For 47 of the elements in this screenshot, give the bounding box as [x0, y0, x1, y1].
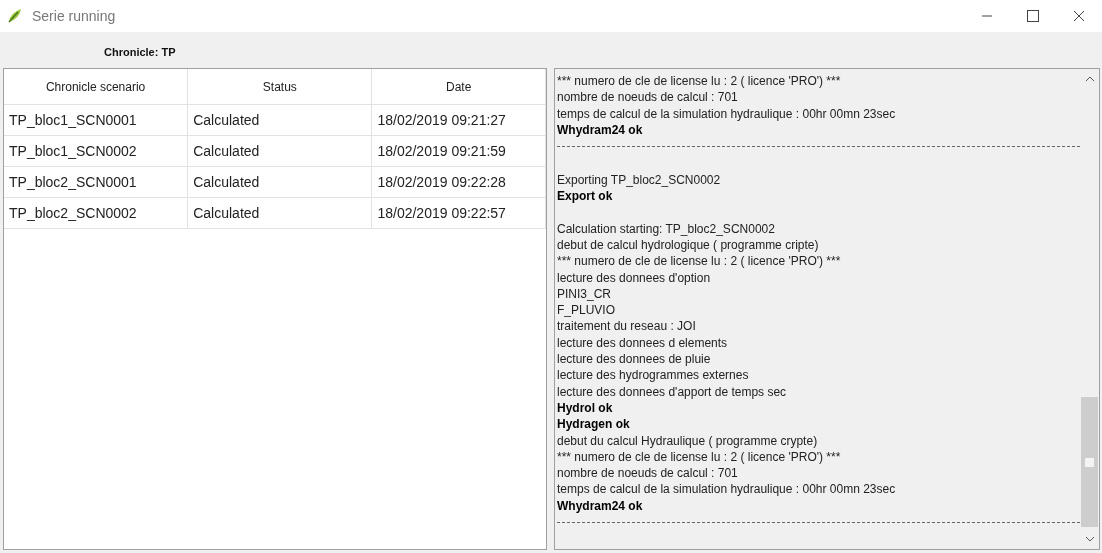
log-line: *** numero de cle de license lu : 2 ( licence 'PRO') *** [557, 73, 842, 90]
log-line: Hydrol ok [557, 399, 614, 417]
log-line: traitement du reseau : JOI [557, 318, 697, 335]
column-header: Chronicle scenario [4, 69, 188, 105]
log-line: nombre de noeuds de calcul : 701 [557, 465, 739, 482]
window-title: Serie running [32, 8, 116, 24]
scroll-thumb[interactable] [1081, 397, 1098, 527]
app-logo-icon [6, 7, 24, 25]
log-line: Hydragen ok [557, 416, 631, 433]
log-line: lecture des hydrogrammes externes [557, 367, 750, 384]
close-icon [1073, 10, 1085, 22]
table-cell: TP_bloc2_SCN0002 [4, 197, 188, 229]
log-line: *** numero de cle de license lu : 2 ( licence 'PRO') *** [557, 253, 842, 270]
log-line: Export ok [557, 188, 614, 205]
table-cell: TP_bloc1_SCN0001 [4, 104, 188, 136]
column-header: Status [187, 69, 372, 105]
table-cell: 18/02/2019 09:22:57 [371, 197, 546, 229]
log-line: F_PLUVIO [557, 302, 617, 319]
log-line: Exporting TP_bloc2_SCN0002 [557, 171, 722, 189]
log-line: nombre de noeuds de calcul : 701 [557, 89, 739, 106]
log-line: lecture des donnees de pluie [557, 351, 712, 368]
table-cell: Calculated [187, 104, 372, 136]
log-line: lecture des donnees d'apport de temps sec [557, 383, 788, 400]
table-cell: 18/02/2019 09:22:28 [371, 166, 546, 198]
log-line: lecture des donnees d elements [557, 334, 729, 352]
table-cell: Calculated [187, 197, 372, 229]
table-cell: Calculated [187, 135, 372, 167]
chronicle-label: Chronicle: TP [103, 45, 177, 60]
table-cell: Calculated [187, 166, 372, 198]
table-cell: TP_bloc1_SCN0002 [4, 135, 188, 167]
log-line: temps de calcul de la simulation hydraulique : 00hr 00mn 23sec [557, 105, 897, 122]
log-line: debut de calcul hydrologique ( programme cripte) [557, 236, 820, 254]
log-line: PINI3_CR [557, 285, 613, 303]
maximize-icon [1027, 10, 1039, 22]
table-cell: 18/02/2019 09:21:27 [371, 104, 546, 136]
log-line: Calculation starting: TP_bloc2_SCN0002 [557, 220, 776, 237]
table-cell: 18/02/2019 09:21:59 [371, 135, 546, 167]
scroll-up-icon[interactable] [1084, 76, 1095, 82]
log-line: *** numero de cle de license lu : 2 ( licence 'PRO') *** [557, 448, 842, 466]
table-cell: TP_bloc2_SCN0001 [4, 166, 188, 198]
column-header: Date [371, 69, 546, 105]
log-line: lecture des donnees d'option [557, 269, 712, 286]
log-line: Whydram24 ok [557, 121, 644, 139]
log-line: debut du calcul Hydraulique ( programme crypte) [557, 432, 819, 449]
log-line: temps de calcul de la simulation hydraulique : 00hr 00mn 23sec [557, 481, 897, 498]
scroll-down-icon[interactable] [1084, 536, 1095, 542]
log-line: Whydram24 ok [557, 497, 644, 514]
